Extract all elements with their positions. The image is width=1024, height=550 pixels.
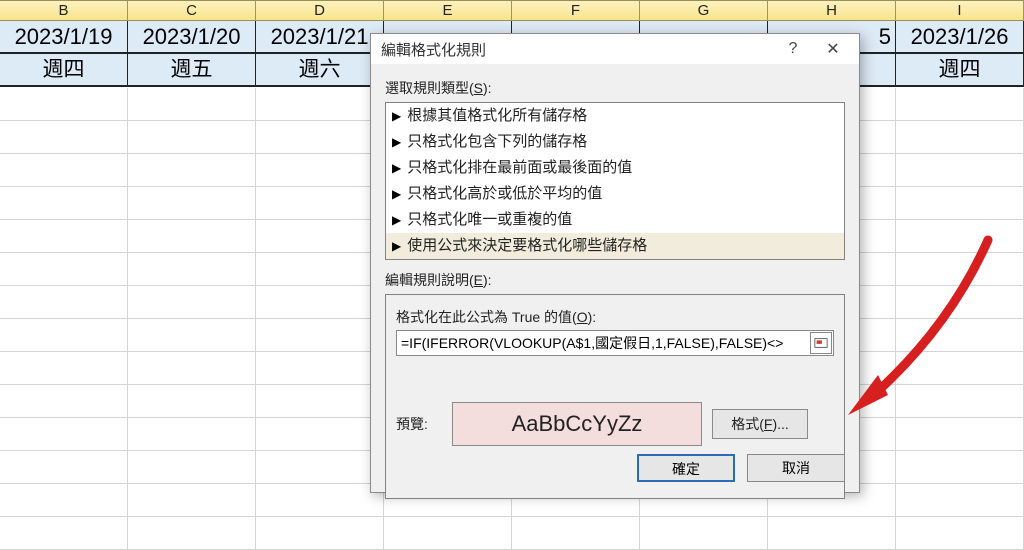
weekday-cell[interactable]: 週六	[256, 54, 384, 87]
play-arrow-icon: ▶	[392, 158, 401, 178]
dialog-title: 編輯格式化規則	[381, 39, 773, 60]
date-cell[interactable]: 2023/1/26	[896, 21, 1024, 54]
date-cell[interactable]: 2023/1/20	[128, 21, 256, 54]
play-arrow-icon: ▶	[392, 132, 401, 152]
weekday-cell[interactable]: 週五	[128, 54, 256, 87]
col-header[interactable]: I	[896, 1, 1024, 20]
rule-type-label: 選取規則類型(S):	[385, 78, 845, 98]
rule-description-label: 編輯規則說明(E):	[385, 270, 845, 290]
col-header[interactable]: E	[384, 1, 512, 20]
rule-type-item[interactable]: ▶只格式化包含下列的儲存格	[386, 129, 844, 155]
play-arrow-icon: ▶	[392, 184, 401, 204]
weekday-cell[interactable]: 週四	[896, 54, 1024, 87]
play-arrow-icon: ▶	[392, 106, 401, 126]
ok-button[interactable]: 確定	[637, 454, 735, 482]
formula-input[interactable]	[396, 330, 834, 356]
preview-label: 預覽:	[396, 414, 442, 434]
help-button[interactable]: ?	[773, 40, 813, 58]
col-header[interactable]: D	[256, 1, 384, 20]
play-arrow-icon: ▶	[392, 236, 401, 256]
col-header[interactable]: B	[0, 1, 128, 20]
date-cell[interactable]: 2023/1/21	[256, 21, 384, 54]
rule-type-list: ▶根據其值格式化所有儲存格 ▶只格式化包含下列的儲存格 ▶只格式化排在最前面或最…	[385, 102, 845, 260]
preview-box: AaBbCcYyZz	[452, 402, 702, 446]
formula-label: 格式化在此公式為 True 的值(O):	[396, 307, 834, 327]
edit-format-rule-dialog: 編輯格式化規則 ? ✕ 選取規則類型(S): ▶根據其值格式化所有儲存格 ▶只格…	[370, 33, 860, 493]
format-button[interactable]: 格式(F)...	[712, 409, 808, 439]
col-header[interactable]: H	[768, 1, 896, 20]
play-arrow-icon: ▶	[392, 210, 401, 230]
col-header[interactable]: F	[512, 1, 640, 20]
cancel-button[interactable]: 取消	[747, 454, 845, 482]
col-header[interactable]: C	[128, 1, 256, 20]
rule-type-item[interactable]: ▶只格式化排在最前面或最後面的值	[386, 155, 844, 181]
weekday-cell[interactable]: 週四	[0, 54, 128, 87]
column-headers: B C D E F G H I	[0, 0, 1024, 21]
rule-type-item[interactable]: ▶只格式化高於或低於平均的值	[386, 181, 844, 207]
col-header[interactable]: G	[640, 1, 768, 20]
close-button[interactable]: ✕	[813, 39, 853, 59]
rule-type-item-selected[interactable]: ▶使用公式來決定要格式化哪些儲存格	[386, 233, 844, 259]
rule-type-item[interactable]: ▶只格式化唯一或重複的值	[386, 207, 844, 233]
range-picker-button[interactable]	[810, 332, 832, 354]
date-cell[interactable]: 2023/1/19	[0, 21, 128, 54]
rule-type-item[interactable]: ▶根據其值格式化所有儲存格	[386, 103, 844, 129]
dialog-titlebar[interactable]: 編輯格式化規則 ? ✕	[371, 34, 859, 64]
collapse-dialog-icon	[814, 336, 828, 350]
